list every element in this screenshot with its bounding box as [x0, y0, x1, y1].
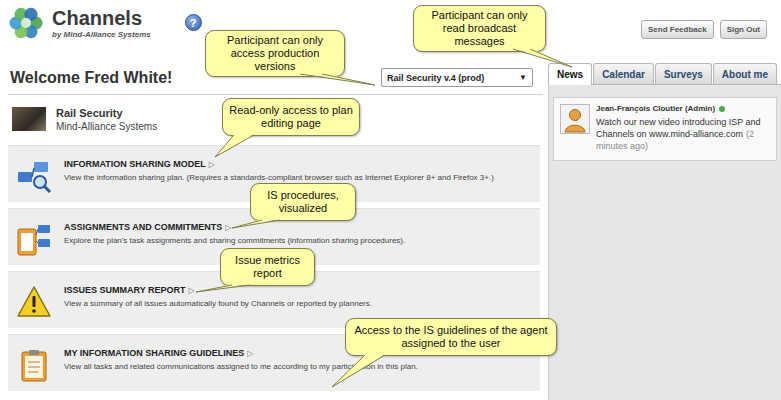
section-description: View all tasks and related communication… [64, 362, 418, 372]
header: Channelsby Mind-Alliance Systems? Send Fe… [0, 0, 781, 55]
welcome-title: Welcome Fred White! [10, 69, 172, 87]
callout: Participant can only access production v… [205, 30, 345, 77]
message-text: Watch our new video introducing ISP and … [596, 116, 770, 152]
side-column: NewsCalendarSurveysAbout me Jean-François… [543, 55, 781, 400]
message-time: (2 minutes ago) [596, 129, 754, 151]
arrow-icon: ▷ [225, 223, 231, 232]
section-description: View the information sharing plan. (Requ… [64, 173, 494, 183]
plan-photo [12, 107, 46, 131]
brand: Channelsby Mind-Alliance Systems [8, 5, 151, 41]
section-title[interactable]: ISSUES SUMMARY REPORT▷ [64, 285, 372, 295]
brand-text: Channelsby Mind-Alliance Systems [52, 6, 151, 40]
person-avatar-icon [560, 104, 590, 134]
callout-pointer-icon [196, 284, 250, 292]
section-description: Explore the plan's task assignments and … [64, 236, 405, 246]
tab[interactable]: Surveys [655, 63, 712, 84]
annotation-layer: Participant can only access production v… [0, 0, 781, 400]
section-text: ASSIGNMENTS AND COMMITMENTS▷ Explore the … [64, 219, 405, 246]
content: Welcome Fred White! Rail Security v.4 (pr… [0, 55, 781, 400]
tab[interactable]: About me [713, 63, 777, 84]
model-icon [16, 158, 52, 194]
message-body: Jean-François Cloutier (Admin) Watch our … [596, 104, 770, 152]
channels-logo-icon [8, 5, 44, 41]
callout-pointer-icon [232, 219, 280, 228]
section-description: View a summary of all issues automatical… [64, 299, 372, 309]
app-name: Channels [52, 6, 151, 30]
callout: Participant can only read broadcast mess… [413, 5, 546, 52]
section-item[interactable]: ASSIGNMENTS AND COMMITMENTS▷ Explore the … [8, 208, 540, 265]
header-buttons: Send Feedback Sign Out [641, 20, 767, 39]
arrow-icon: ▷ [209, 160, 215, 169]
plan-text: Rail Security Mind-Alliance Systems [56, 107, 157, 132]
callout: Read-only access to plan editing page [222, 98, 360, 136]
tab[interactable]: News [548, 63, 592, 85]
section-text: ISSUES SUMMARY REPORT▷ View a summary of … [64, 282, 372, 309]
callout: Issue metrics report [220, 248, 315, 286]
section-title[interactable]: MY INFORMATION SHARING GUIDELINES▷ [64, 348, 418, 358]
guidelines-icon [16, 347, 52, 383]
channels-page: Channelsby Mind-Alliance Systems? Send Fe… [0, 0, 781, 400]
callout-pointer-icon [513, 48, 572, 67]
plan-owner: Mind-Alliance Systems [56, 121, 157, 132]
issues-icon [16, 284, 52, 320]
section-item[interactable]: ISSUES SUMMARY REPORT▷ View a summary of … [8, 271, 540, 328]
welcome-row: Welcome Fred White! Rail Security v.4 (pr… [8, 55, 543, 95]
callout-pointer-icon [300, 73, 375, 85]
header-button[interactable]: Sign Out [720, 20, 767, 39]
section-item[interactable]: INFORMATION SHARING MODEL▷ View the infor… [8, 145, 540, 202]
message-author: Jean-François Cloutier (Admin) [596, 104, 715, 113]
section-list: INFORMATION SHARING MODEL▷ View the infor… [8, 145, 540, 391]
callout-pointer-icon [332, 354, 385, 387]
plan-select[interactable]: Rail Security v.4 (prod)▼ [381, 68, 533, 87]
section-text: INFORMATION SHARING MODEL▷ View the infor… [64, 156, 494, 183]
plan-name: Rail Security [56, 107, 157, 119]
main-column: Welcome Fred White! Rail Security v.4 (pr… [0, 55, 543, 400]
section-text: MY INFORMATION SHARING GUIDELINES▷ View a… [64, 345, 418, 372]
callout: Access to the IS guidelines of the agent… [345, 318, 557, 356]
byline: by Mind-Alliance Systems [52, 30, 151, 40]
plan-row: Rail Security Mind-Alliance Systems [8, 95, 543, 143]
news-message: Jean-François Cloutier (Admin) Watch our … [553, 97, 777, 161]
callout: IS procedures, visualized [250, 183, 356, 221]
arrow-icon: ▷ [247, 349, 253, 358]
news-panel: Jean-François Cloutier (Admin) Watch our … [548, 85, 781, 400]
author-row: Jean-François Cloutier (Admin) [596, 104, 770, 113]
tab[interactable]: Calendar [593, 63, 654, 84]
dropdown-arrow-icon: ▼ [519, 73, 527, 82]
help-button[interactable]: ? [185, 14, 202, 31]
callout-tails [0, 0, 781, 400]
tab-bar: NewsCalendarSurveysAbout me [548, 63, 781, 85]
section-title[interactable]: ASSIGNMENTS AND COMMITMENTS▷ [64, 222, 405, 232]
callout-pointer-icon [215, 134, 254, 157]
section-item[interactable]: MY INFORMATION SHARING GUIDELINES▷ View a… [8, 334, 540, 391]
assignments-icon [16, 221, 52, 257]
online-status-icon [719, 106, 725, 112]
arrow-icon: ▷ [189, 286, 195, 295]
header-button[interactable]: Send Feedback [641, 20, 714, 39]
section-title[interactable]: INFORMATION SHARING MODEL▷ [64, 159, 494, 169]
